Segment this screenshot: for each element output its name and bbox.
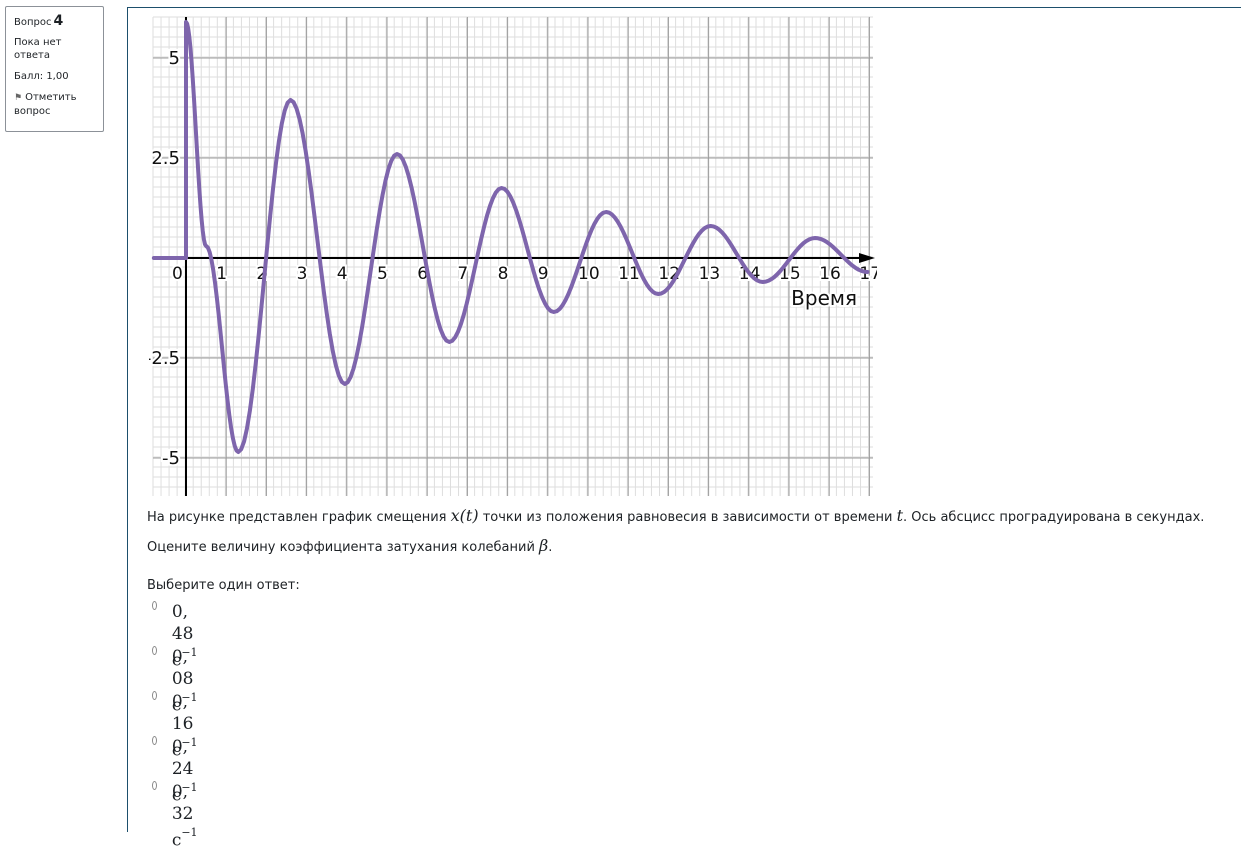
math-x-of-t: x(t): [450, 506, 479, 525]
question-number-label: Вопрос 4: [14, 13, 64, 29]
x-tick-label: 17: [859, 264, 877, 284]
x-tick-label: 5: [377, 264, 388, 284]
flag-icon: ⚑: [14, 93, 23, 103]
answer-radio[interactable]: [152, 601, 157, 610]
y-tick-label: -2.5: [149, 348, 180, 369]
x-tick-label: 16: [819, 264, 841, 284]
question-state: Пока нет ответа: [14, 37, 62, 61]
answer-option[interactable]: 0, 24 с−1: [152, 731, 202, 806]
x-axis-title: Время: [791, 286, 857, 310]
x-tick-label: 8: [498, 264, 509, 284]
answer-radio[interactable]: [152, 691, 157, 700]
question-info-box: Вопрос 4 Пока нет ответа Балл: 1,00 ⚑ Отме…: [5, 6, 104, 132]
math-beta: β: [539, 536, 549, 555]
answer-prompt: Выберите один ответ:: [147, 578, 300, 593]
x-tick-label: 1: [216, 264, 227, 284]
answer-option[interactable]: 0, 08 с−1: [152, 641, 202, 716]
answer-radio[interactable]: [152, 646, 157, 655]
answer-radio[interactable]: [152, 736, 157, 745]
x-axis-arrow: [859, 253, 875, 263]
y-tick-label: 5: [169, 48, 180, 69]
x-tick-label: 0: [172, 264, 183, 284]
question-number: 4: [53, 13, 64, 29]
x-tick-label: 3: [297, 264, 308, 284]
answer-option[interactable]: 0, 16 с−1: [152, 686, 202, 761]
y-tick-label: -5: [162, 448, 180, 469]
x-tick-label: 4: [337, 264, 348, 284]
answer-option[interactable]: 0, 32 с−1: [152, 776, 202, 851]
x-tick-label: 10: [578, 264, 600, 284]
flag-question-link[interactable]: ⚑ Отметить вопрос: [14, 91, 95, 118]
x-tick-label: 7: [457, 264, 468, 284]
answer-option[interactable]: 0, 48 с−1: [152, 596, 202, 671]
answer-label: 0, 32 с−1: [171, 782, 198, 851]
question-grade: Балл: 1,00: [14, 71, 69, 82]
y-tick-label: 2.5: [151, 148, 180, 169]
answer-radio[interactable]: [152, 781, 157, 790]
question-text: На рисунке представлен график смещения x…: [147, 506, 1205, 555]
displacement-graph: 52.5-2.5-501234567891011121314151617Врем…: [149, 16, 877, 496]
x-tick-label: 13: [699, 264, 721, 284]
x-tick-label: 9: [538, 264, 549, 284]
